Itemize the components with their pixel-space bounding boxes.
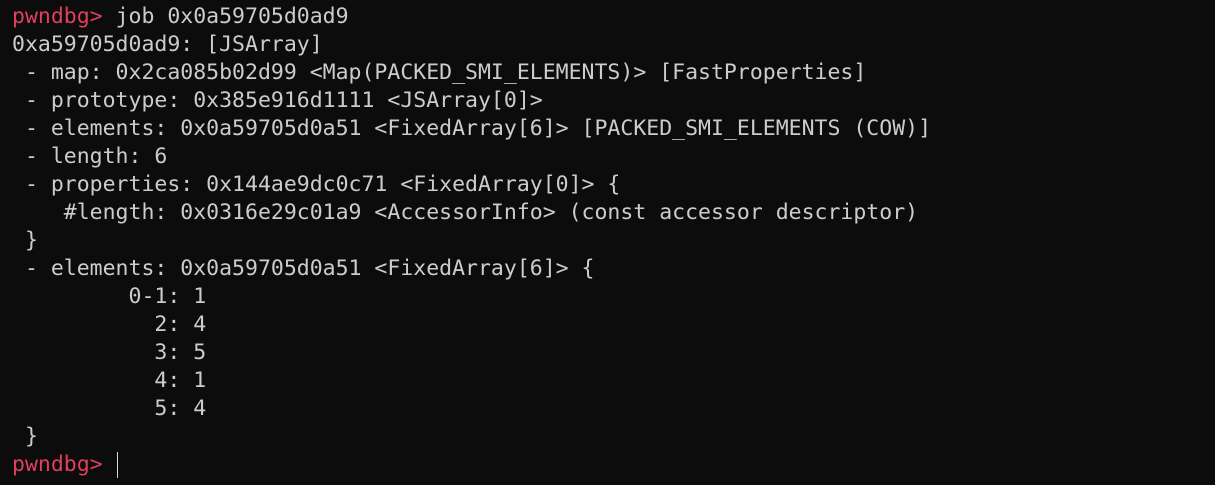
output-line: } bbox=[12, 424, 38, 449]
output-line: 5: 4 bbox=[12, 396, 207, 421]
output-line: #length: 0x0316e29c01a9 <AccessorInfo> (… bbox=[12, 200, 919, 225]
output-line: 0-1: 1 bbox=[12, 284, 207, 309]
command-text: job 0x0a59705d0ad9 bbox=[115, 4, 349, 29]
output-line: } bbox=[12, 228, 38, 253]
output-line: - map: 0x2ca085b02d99 <Map(PACKED_SMI_EL… bbox=[12, 60, 867, 85]
output-line: 4: 1 bbox=[12, 368, 207, 393]
output-line: 2: 4 bbox=[12, 312, 207, 337]
text-cursor bbox=[116, 452, 119, 478]
command-line: pwndbg> job 0x0a59705d0ad9 bbox=[12, 3, 1215, 31]
output-line: - properties: 0x144ae9dc0c71 <FixedArray… bbox=[12, 172, 621, 197]
output-line: - prototype: 0x385e916d1111 <JSArray[0]> bbox=[12, 88, 543, 113]
output-line: - elements: 0x0a59705d0a51 <FixedArray[6… bbox=[12, 256, 595, 281]
prompt-label: pwndbg> bbox=[12, 4, 116, 29]
terminal-window[interactable]: pwndbg> job 0x0a59705d0ad9 0xa59705d0ad9… bbox=[0, 0, 1215, 485]
output-line: 0xa59705d0ad9: [JSArray] bbox=[12, 32, 323, 57]
output-line: - elements: 0x0a59705d0a51 <FixedArray[6… bbox=[12, 116, 932, 141]
prompt-label: pwndbg> bbox=[12, 452, 116, 477]
output-line: - length: 6 bbox=[12, 144, 168, 169]
output-line: 3: 5 bbox=[12, 340, 207, 365]
input-line[interactable]: pwndbg> bbox=[12, 451, 1215, 479]
